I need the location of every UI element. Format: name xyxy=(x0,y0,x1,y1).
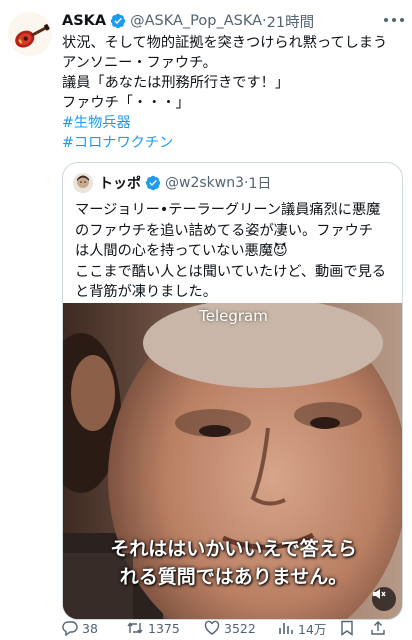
tweet-line: ファウチ「・・・」 xyxy=(62,95,190,111)
tweet-line: アンソニー・ファウチ。 xyxy=(62,55,217,71)
views-icon xyxy=(279,623,293,634)
reply-button[interactable]: 38 xyxy=(62,620,126,636)
quoted-line: ここまで酷い人とは聞いていたけど、動画で見る xyxy=(75,263,386,280)
quoted-tweet-header: トッポ @w2skwn3 · 1日 xyxy=(73,172,392,194)
views-button[interactable]: 14万 xyxy=(278,619,340,638)
like-button[interactable]: 3522 xyxy=(204,620,278,636)
mute-icon xyxy=(373,589,386,599)
quoted-line: のファウチを追い詰めてる姿が凄い。ファウチ xyxy=(75,222,373,239)
tweet-header: ASKA @ASKA_Pop_ASKA · 21時間 xyxy=(62,10,378,32)
like-icon xyxy=(204,620,220,635)
subtitle-line: れる質問ではありません。 xyxy=(119,566,348,588)
video-watermark: Telegram xyxy=(199,307,268,325)
quoted-tweet[interactable]: トッポ @w2skwn3 · 1日 マージョリー•テーラーグリーン議員痛烈に悪魔… xyxy=(62,162,403,620)
views-count: 14万 xyxy=(298,621,327,637)
more-icon[interactable] xyxy=(384,12,404,28)
quoted-author-handle[interactable]: @w2skwn3 xyxy=(165,175,244,191)
quoted-author-name[interactable]: トッポ xyxy=(99,173,141,193)
video-player[interactable]: Telegram それははいかいいえで答えら れる質問ではありません。 xyxy=(63,303,402,619)
author-name[interactable]: ASKA xyxy=(62,13,106,29)
tweet[interactable]: ASKA @ASKA_Pop_ASKA · 21時間 状況、そして物的証拠を突き… xyxy=(0,0,412,640)
mute-button[interactable] xyxy=(372,587,396,611)
guitar-avatar-icon xyxy=(8,12,52,56)
tweet-line: 議員「あなたは刑務所行きです！」 xyxy=(62,75,290,91)
quoted-line: と背筋が凍りました。 xyxy=(75,284,217,300)
quoted-tweet-time[interactable]: 1日 xyxy=(248,173,271,193)
hashtag-link[interactable]: #コロナワクチン xyxy=(62,133,402,153)
tweet-text: 状況、そして物的証拠を突きつけられ黙ってしまう アンソニー・ファウチ。 議員「あ… xyxy=(62,33,402,153)
quoted-tweet-text: マージョリー•テーラーグリーン議員痛烈に悪魔 のファウチを追い詰めてる姿が凄い。… xyxy=(75,200,394,303)
hashtag-link[interactable]: #生物兵器 xyxy=(62,113,402,133)
retweet-icon xyxy=(127,622,143,634)
tweet-line: 状況、そして物的証拠を突きつけられ黙ってしまう xyxy=(62,35,388,51)
tweet-actions: 38 1375 3522 14万 xyxy=(62,618,407,638)
reply-icon xyxy=(62,621,78,636)
quoted-line: マージョリー•テーラーグリーン議員痛烈に悪魔 xyxy=(75,202,381,218)
subtitle-line: それははいかいいえで答えら xyxy=(110,538,357,560)
verified-badge-icon xyxy=(110,13,126,29)
author-avatar[interactable] xyxy=(8,12,52,56)
retweet-count: 1375 xyxy=(148,620,180,636)
face-avatar-icon xyxy=(73,173,93,193)
share-icon xyxy=(371,621,385,635)
share-button[interactable] xyxy=(370,620,392,636)
retweet-button[interactable]: 1375 xyxy=(126,620,204,636)
quoted-author-avatar[interactable] xyxy=(73,173,93,193)
bookmark-button[interactable] xyxy=(340,620,370,636)
quoted-line: は人間の心を持っていない悪魔😈 xyxy=(75,243,288,259)
author-handle[interactable]: @ASKA_Pop_ASKA xyxy=(130,13,262,29)
reply-count: 38 xyxy=(82,620,98,636)
video-subtitle: それははいかいいえで答えら れる質問ではありません。 xyxy=(63,535,402,591)
bookmark-icon xyxy=(341,620,353,636)
like-count: 3522 xyxy=(224,620,256,636)
verified-badge-icon xyxy=(145,175,161,191)
tweet-time[interactable]: 21時間 xyxy=(267,11,314,32)
